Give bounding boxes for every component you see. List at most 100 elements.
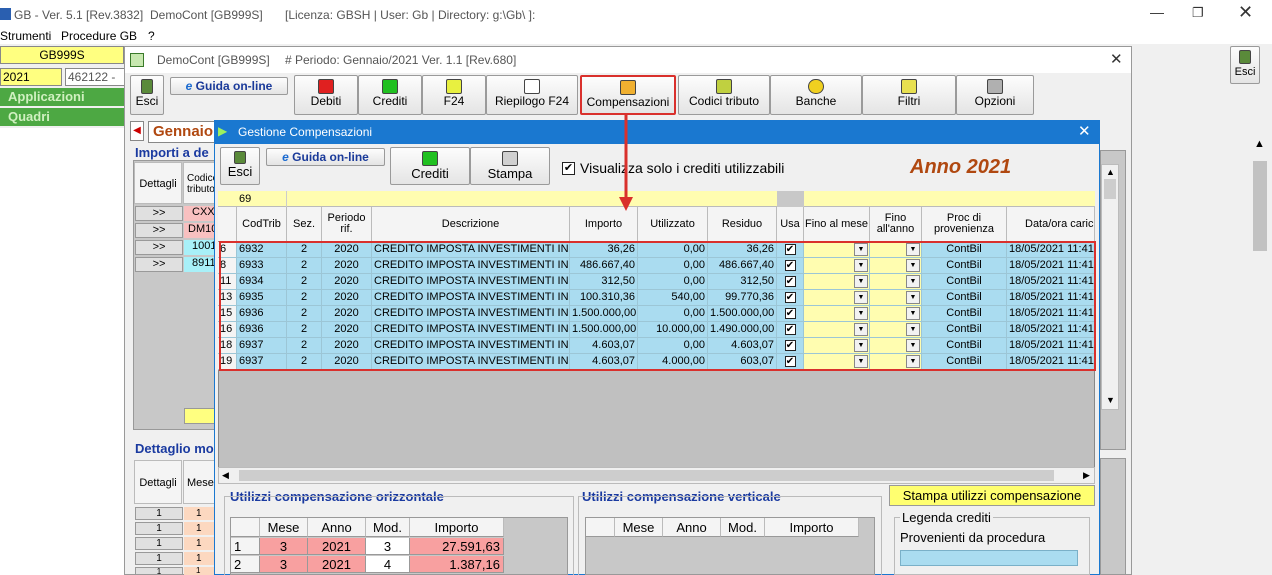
applicazioni-bar[interactable]: Applicazioni [0, 88, 124, 106]
crediti-button[interactable]: Crediti [358, 75, 422, 115]
bg-row-arrow[interactable]: >> [135, 257, 183, 272]
menu-procedure[interactable]: Procedure GB [61, 29, 137, 43]
menubar: Strumenti Procedure GB ? [0, 28, 1272, 44]
green-square-icon [422, 151, 438, 166]
restore-icon[interactable]: ❐ [1192, 5, 1204, 21]
app-icon [0, 8, 11, 20]
app-license: [Licenza: GBSH | User: Gb | Directory: g… [285, 8, 536, 22]
dialog-close-icon[interactable]: ✕ [1078, 122, 1091, 140]
minimize-icon[interactable]: — [1150, 4, 1164, 20]
filtri-button[interactable]: Filtri [862, 75, 956, 115]
hdr-sez[interactable]: Sez. [287, 207, 322, 242]
oriz-hdr-mese[interactable]: Mese [260, 518, 308, 537]
bg-row-code: DM10 [184, 223, 218, 238]
dialog-stampa-button[interactable]: Stampa [470, 147, 550, 185]
exit-icon [141, 79, 153, 94]
filter-codtrib-input[interactable]: 69 [237, 191, 287, 207]
chevron-right-icon[interactable]: ▶ [1083, 470, 1090, 481]
det-row-b: 1 [184, 552, 218, 565]
hdr-fino-mese[interactable]: Fino al mese [804, 207, 870, 242]
f24-button[interactable]: F24 [422, 75, 486, 115]
bg-yellow-total [184, 408, 218, 424]
inner-close-icon[interactable]: ✕ [1110, 50, 1123, 68]
printer-icon [502, 151, 518, 166]
solo-utilizzabili-label: Visualizza solo i crediti utilizzabili [580, 160, 785, 176]
ie-icon: e [282, 150, 293, 164]
magnifier-icon [524, 79, 540, 94]
hdr-utilizzato[interactable]: Utilizzato [638, 207, 708, 242]
grid-vscroll-thumb[interactable] [1104, 179, 1116, 199]
filter-row [218, 191, 1095, 207]
outer-esci-button[interactable]: Esci [1230, 46, 1260, 84]
euro-icon [808, 79, 824, 94]
oriz-hdr-rownum [231, 518, 260, 537]
vert-hdr-mod[interactable]: Mod. [721, 518, 765, 537]
hdr-fino-anno[interactable]: Fino all'anno [870, 207, 922, 242]
month-tab[interactable]: Gennaio [148, 121, 218, 143]
codici-tributo-button[interactable]: Codici tributo [678, 75, 770, 115]
play-icon: ▶ [218, 124, 228, 138]
close-icon[interactable]: ✕ [1238, 2, 1253, 23]
dialog-esci-button[interactable]: Esci [220, 147, 260, 185]
oriz-cell-mese: 3 [260, 556, 308, 573]
grid-vscroll[interactable]: ▲ ▼ [1101, 164, 1119, 410]
solo-utilizzabili-checkbox[interactable]: ✔ [562, 162, 575, 175]
codes-icon [716, 79, 732, 94]
month-prev-icon[interactable]: ◀ [130, 121, 144, 141]
hdr-codtrib[interactable]: CodTrib [237, 207, 287, 242]
scroll-thumb[interactable] [1253, 161, 1267, 251]
inner-app-icon [130, 53, 144, 67]
anno-label: Anno 2021 [910, 156, 1012, 178]
code-field[interactable]: 462122 - [65, 68, 125, 86]
chevron-down-icon[interactable]: ▼ [1106, 395, 1115, 405]
bg-row-code: 1001 [184, 240, 218, 255]
det-row-a: 1 [135, 522, 183, 535]
bg-row-code: CXX [184, 206, 218, 221]
legenda-group [894, 517, 1090, 575]
chevron-up-icon[interactable]: ▲ [1106, 167, 1115, 177]
year-field[interactable]: 2021 [0, 68, 62, 86]
riepilogo-f24-button[interactable]: Riepilogo F24 [486, 75, 578, 115]
bg-row-arrow[interactable]: >> [135, 240, 183, 255]
menu-help[interactable]: ? [148, 29, 155, 43]
chevron-left-icon[interactable]: ◀ [222, 470, 229, 481]
quadri-bar[interactable]: Quadri [0, 108, 124, 126]
bg-row-arrow[interactable]: >> [135, 206, 183, 221]
exit-icon [234, 151, 246, 164]
app-company: DemoCont [GB999S] [150, 8, 263, 22]
company-combo[interactable]: GB999S [0, 46, 124, 64]
hdr-proc[interactable]: Proc di provenienza [922, 207, 1007, 242]
oriz-cell-mod: 3 [366, 538, 410, 555]
compensazioni-button[interactable]: Compensazioni [580, 75, 676, 115]
outer-scrollbar[interactable]: ▲ [1250, 136, 1270, 575]
banche-button[interactable]: Banche [770, 75, 862, 115]
importi-title: Importi a de [135, 145, 209, 160]
dialog-crediti-button[interactable]: Crediti [390, 147, 470, 185]
hdr-residuo[interactable]: Residuo [708, 207, 777, 242]
debiti-button[interactable]: Debiti [294, 75, 358, 115]
vert-hdr-importo[interactable]: Importo [765, 518, 859, 537]
oriz-cell-anno: 2021 [308, 556, 366, 573]
hdr-descrizione[interactable]: Descrizione [372, 207, 570, 242]
chevron-up-icon[interactable]: ▲ [1254, 138, 1265, 150]
det-row-a: 1 [135, 537, 183, 550]
esci-button[interactable]: Esci [130, 75, 164, 115]
vert-hdr-mese[interactable]: Mese [615, 518, 663, 537]
stampa-utilizzi-button[interactable]: Stampa utilizzi compensazione [889, 485, 1095, 506]
hdr-periodo[interactable]: Periodo rif. [322, 207, 372, 242]
grid-hscroll-thumb[interactable] [239, 470, 1054, 481]
menu-strumenti[interactable]: Strumenti [0, 29, 51, 43]
guida-button[interactable]: e Guida on-line [170, 77, 288, 95]
vert-hdr-anno[interactable]: Anno [663, 518, 721, 537]
green-square-icon [382, 79, 398, 94]
oriz-hdr-importo[interactable]: Importo [410, 518, 504, 537]
oriz-hdr-mod[interactable]: Mod. [366, 518, 410, 537]
opzioni-button[interactable]: Opzioni [956, 75, 1034, 115]
oriz-hdr-anno[interactable]: Anno [308, 518, 366, 537]
hdr-usa[interactable]: Usa [777, 207, 804, 242]
oriz-cell-n: 1 [231, 538, 260, 555]
bg-row-arrow[interactable]: >> [135, 223, 183, 238]
grid-hscroll[interactable]: ◀ ▶ [218, 467, 1095, 484]
dialog-guida-button[interactable]: e Guida on-line [266, 148, 385, 166]
hdr-data[interactable]: Data/ora caric [1007, 207, 1095, 242]
